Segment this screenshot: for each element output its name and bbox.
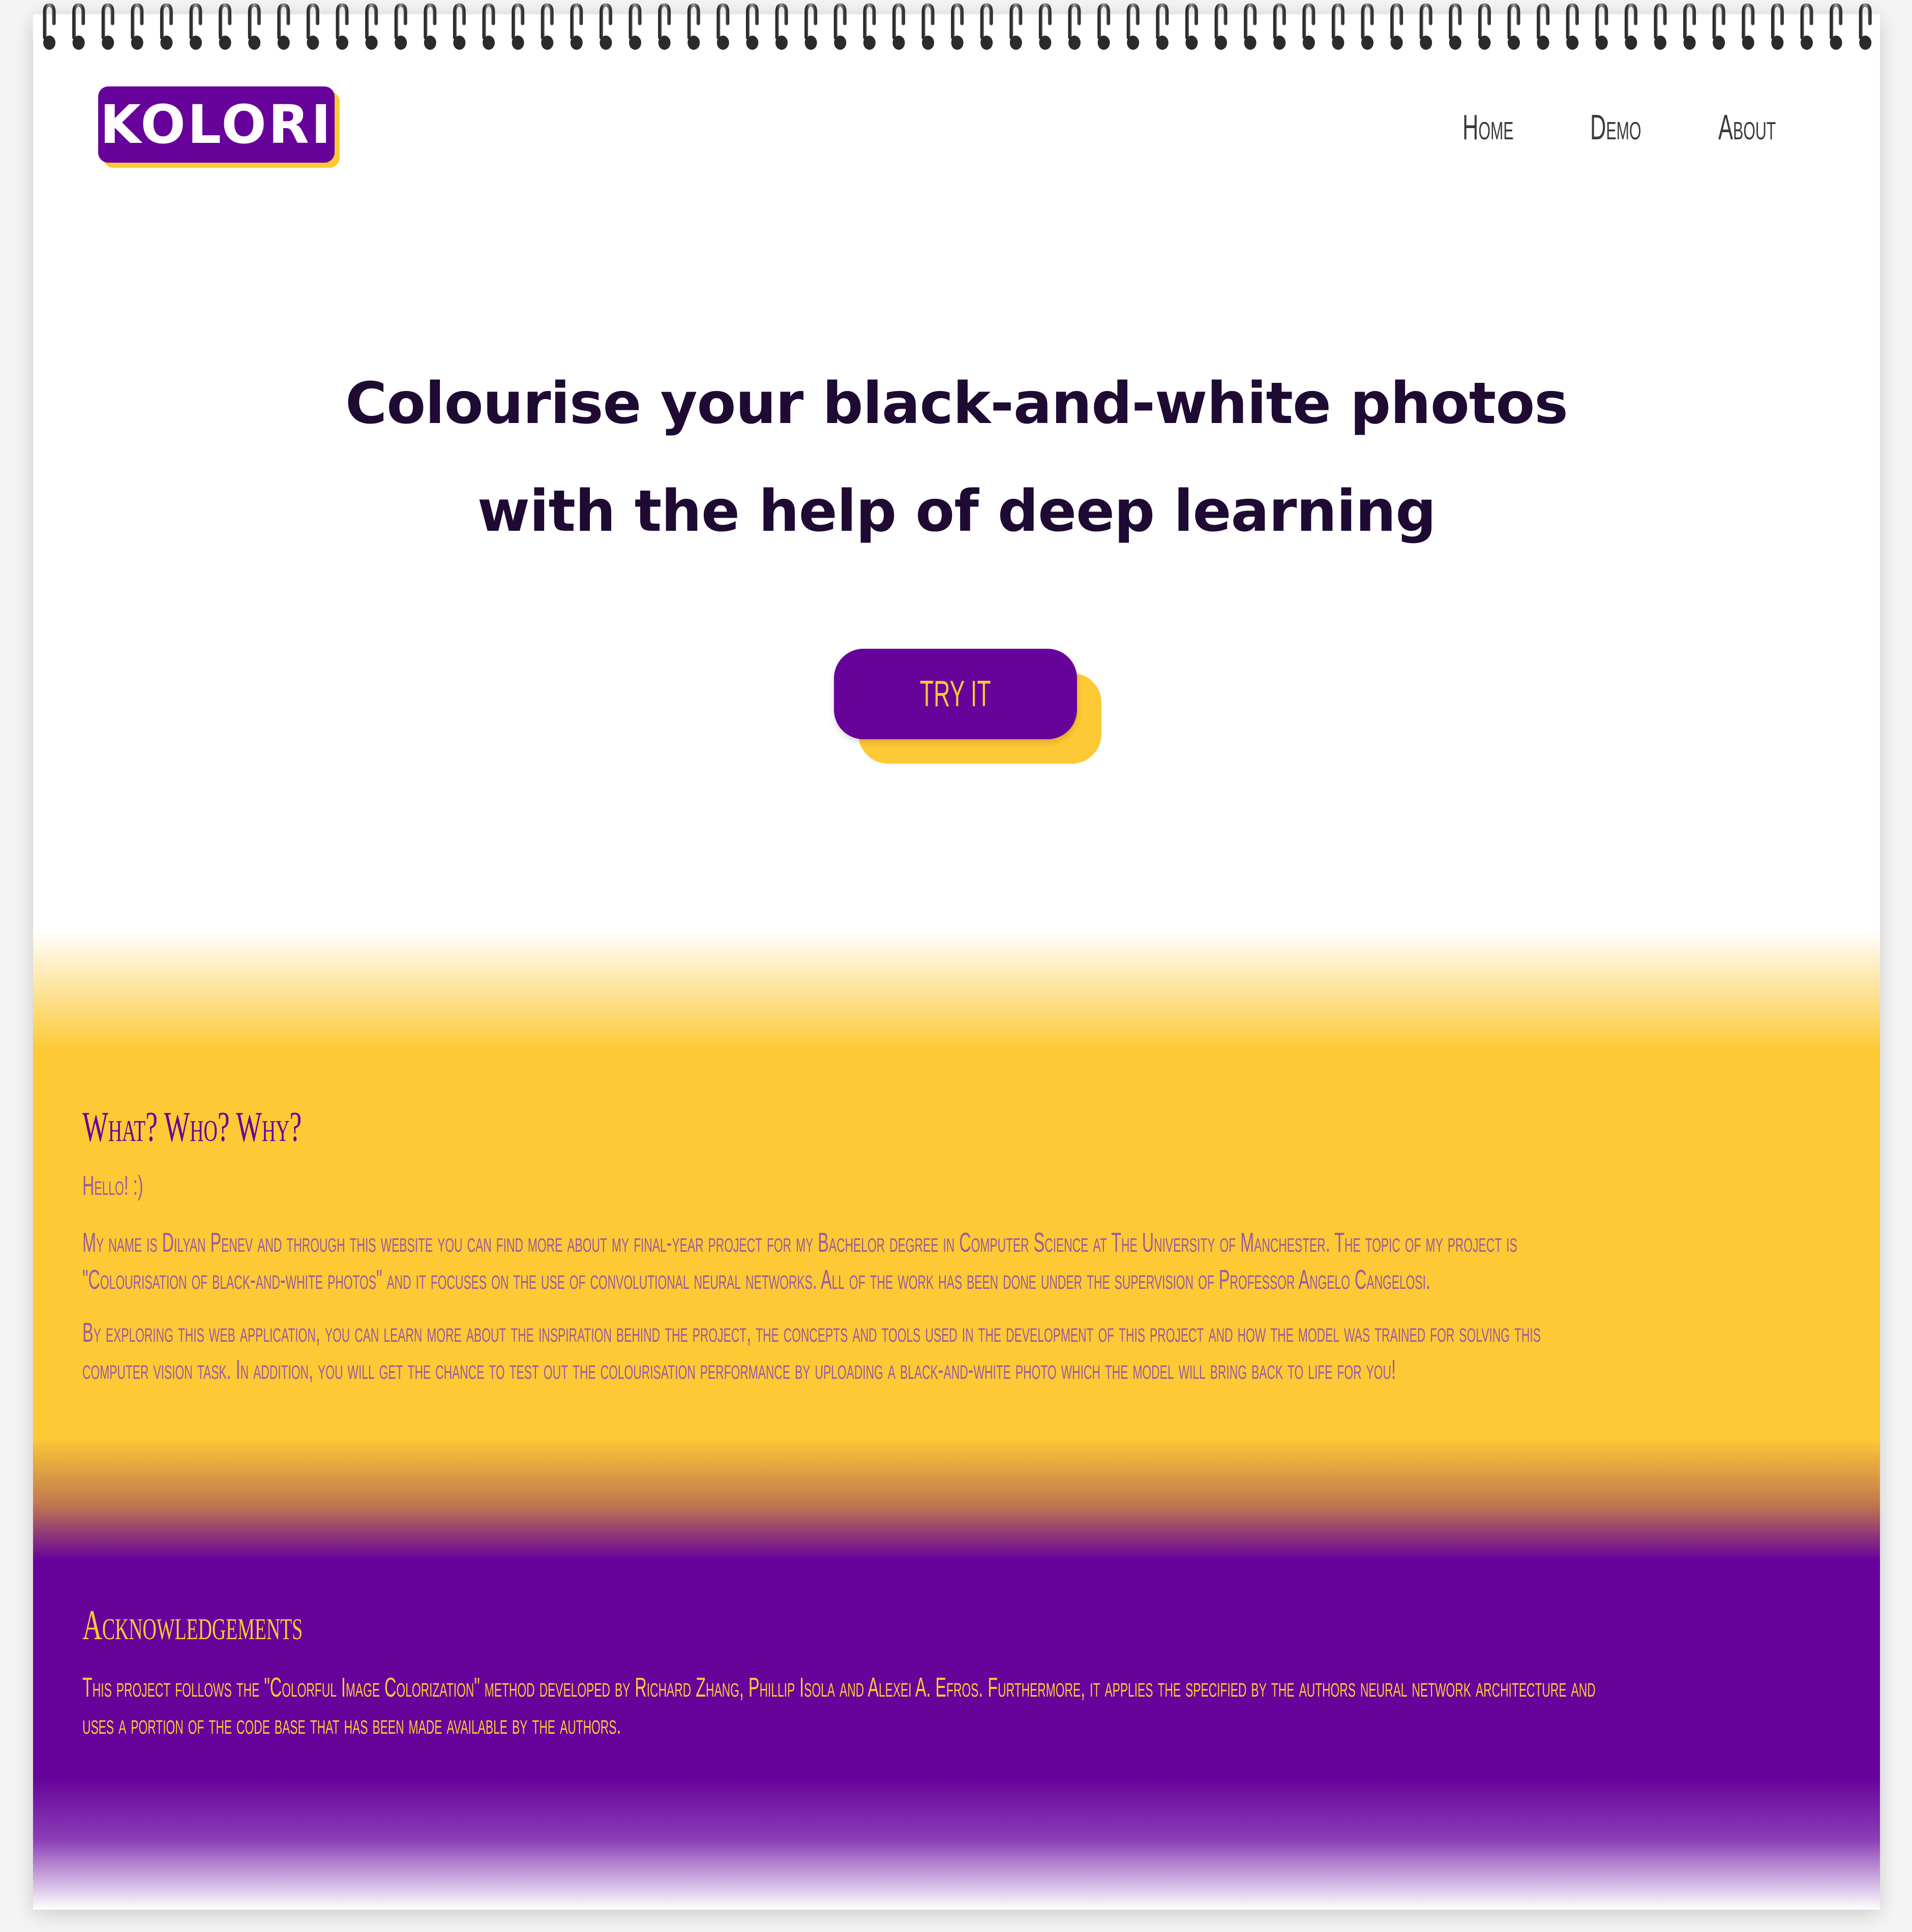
spiral-ring-icon — [160, 3, 173, 50]
spiral-ring-icon — [1654, 3, 1667, 50]
hero-title: Colourise your black-and-white photos wi… — [33, 350, 1880, 565]
spiral-ring-icon — [1331, 3, 1345, 50]
spiral-ring-icon — [599, 3, 612, 50]
spiral-ring-icon — [1624, 3, 1637, 50]
spiral-ring-icon — [453, 3, 466, 50]
about-paragraph-2-line-1: By exploring this web application, you c… — [82, 1317, 1541, 1348]
about-title: What? Who? Why? — [82, 1103, 302, 1151]
spiral-ring-icon — [658, 3, 671, 50]
spiral-ring-icon — [1419, 3, 1432, 50]
spiral-ring-icon — [1244, 3, 1257, 50]
about-paragraph-1: My name is Dilyan Penev and through this… — [82, 1224, 1517, 1299]
spiral-ring-icon — [277, 3, 290, 50]
spiral-ring-icon — [687, 3, 700, 50]
hero-title-line-2: with the help of deep learning — [477, 478, 1437, 545]
spiral-ring-icon — [189, 3, 202, 50]
spiral-ring-icon — [775, 3, 788, 50]
acknowledgements-text-line-1: This project follows the "Colorful Image… — [82, 1672, 1596, 1703]
about-paragraph-2: By exploring this web application, you c… — [82, 1314, 1541, 1388]
nav-demo[interactable]: Demo — [1590, 107, 1641, 147]
try-it-button[interactable]: TRY IT — [834, 649, 1077, 739]
spiral-ring-icon — [980, 3, 993, 50]
nav-home[interactable]: Home — [1462, 107, 1514, 147]
spiral-ring-icon — [1097, 3, 1111, 50]
try-it-label: TRY IT — [920, 674, 991, 714]
notebook-page: KOLORI Home Demo About Colourise your bl… — [33, 14, 1880, 1910]
acknowledgements-text: This project follows the "Colorful Image… — [82, 1669, 1596, 1743]
acknowledgements-text-line-2: uses a portion of the code base that has… — [82, 1709, 621, 1740]
spiral-ring-icon — [1449, 3, 1462, 50]
spiral-ring-icon — [1800, 3, 1813, 50]
spiral-ring-icon — [629, 3, 642, 50]
try-it-button-group: TRY IT — [834, 649, 1101, 766]
spiral-ring-icon — [394, 3, 407, 50]
spiral-ring-icon — [863, 3, 876, 50]
hero-title-line-1: Colourise your black-and-white photos — [345, 371, 1568, 437]
spiral-ring-icon — [1126, 3, 1140, 50]
spiral-ring-icon — [512, 3, 525, 50]
gradient-background — [33, 929, 1880, 1910]
spiral-ring-icon — [1566, 3, 1579, 50]
acknowledgements-title: Acknowledgements — [82, 1602, 303, 1649]
spiral-ring-icon — [1683, 3, 1696, 50]
spiral-ring-icon — [1478, 3, 1491, 50]
spiral-ring-icon — [131, 3, 144, 50]
spiral-ring-icon — [541, 3, 554, 50]
spiral-ring-icon — [248, 3, 261, 50]
spiral-ring-icon — [1859, 3, 1872, 50]
spiral-ring-icon — [336, 3, 349, 50]
spiral-ring-icon — [1214, 3, 1228, 50]
spiral-ring-icon — [1302, 3, 1316, 50]
spiral-ring-icon — [1038, 3, 1052, 50]
spiral-ring-icon — [1742, 3, 1755, 50]
spiral-ring-icon — [570, 3, 583, 50]
spiral-ring-icon — [1390, 3, 1403, 50]
spiral-ring-icon — [1537, 3, 1550, 50]
spiral-ring-icon — [1712, 3, 1725, 50]
logo-text[interactable]: KOLORI — [98, 86, 335, 163]
spiral-ring-icon — [1830, 3, 1843, 50]
spiral-ring-icon — [306, 3, 319, 50]
about-paragraph-1-line-2: "Colourisation of black-and-white photos… — [82, 1264, 1430, 1295]
spiral-ring-icon — [1009, 3, 1023, 50]
about-paragraph-2-line-2: computer vision task. In addition, you w… — [82, 1354, 1396, 1385]
spiral-ring-icon — [1068, 3, 1081, 50]
logo[interactable]: KOLORI — [98, 86, 340, 168]
spiral-ring-icon — [745, 3, 759, 50]
spiral-ring-icon — [1156, 3, 1169, 50]
spiral-binding-icon — [39, 0, 1879, 56]
spiral-ring-icon — [892, 3, 905, 50]
spiral-ring-icon — [716, 3, 730, 50]
spiral-ring-icon — [43, 3, 56, 50]
spiral-ring-icon — [804, 3, 818, 50]
spiral-ring-icon — [1185, 3, 1198, 50]
nav-about[interactable]: About — [1718, 107, 1776, 147]
spiral-ring-icon — [1771, 3, 1784, 50]
spiral-ring-icon — [365, 3, 378, 50]
about-paragraph-1-line-1: My name is Dilyan Penev and through this… — [82, 1227, 1517, 1258]
spiral-ring-icon — [1595, 3, 1608, 50]
about-greeting: Hello! :) — [82, 1170, 143, 1201]
spiral-ring-icon — [101, 3, 114, 50]
spiral-ring-icon — [1507, 3, 1520, 50]
spiral-ring-icon — [951, 3, 964, 50]
spiral-ring-icon — [72, 3, 85, 50]
spiral-ring-icon — [833, 3, 847, 50]
spiral-ring-icon — [921, 3, 935, 50]
spiral-ring-icon — [1273, 3, 1286, 50]
spiral-ring-icon — [424, 3, 437, 50]
spiral-ring-icon — [219, 3, 232, 50]
spiral-ring-icon — [482, 3, 495, 50]
spiral-ring-icon — [1361, 3, 1374, 50]
